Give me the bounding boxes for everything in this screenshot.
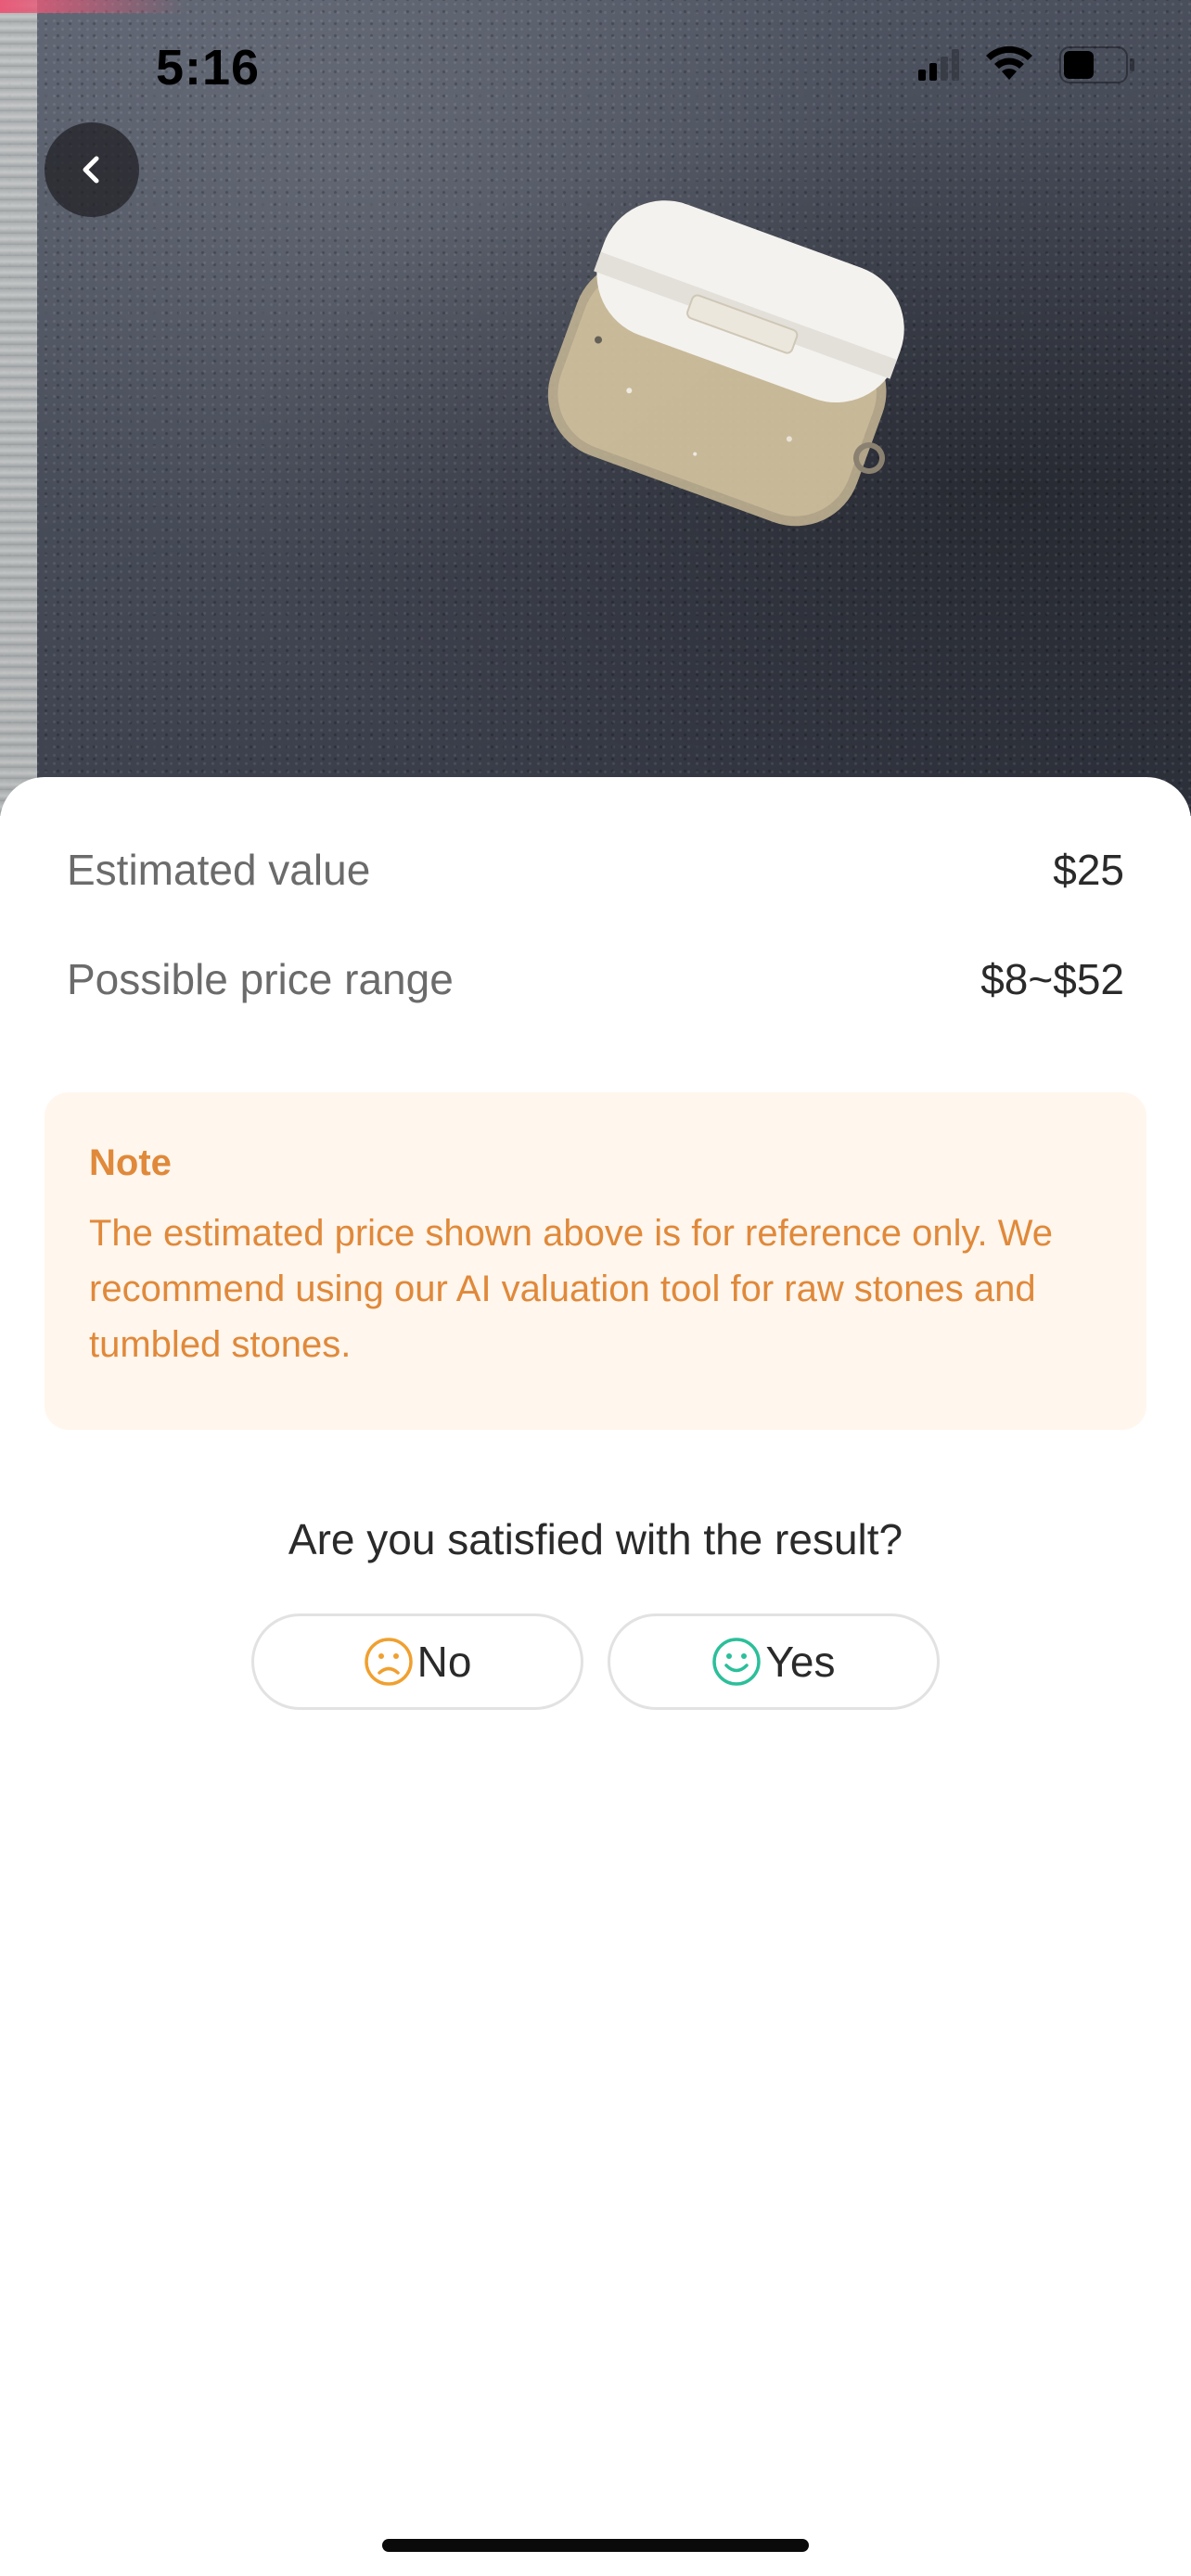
estimated-value-row: Estimated value $25 [67, 842, 1124, 898]
satisfaction-question: Are you satisfied with the result? [288, 1515, 903, 1563]
wifi-icon [986, 46, 1032, 80]
sad-face-icon [364, 1638, 413, 1686]
price-range-label: Possible price range [67, 955, 454, 1003]
home-indicator[interactable] [382, 2539, 809, 2552]
yes-button[interactable]: Yes [608, 1613, 940, 1710]
note-title: Note [89, 1142, 172, 1183]
yes-button-label: Yes [765, 1638, 836, 1686]
earbuds-case-image [547, 200, 904, 527]
note-box: Note The estimated price shown above is … [45, 1092, 1146, 1430]
smiley-face-icon [712, 1638, 762, 1686]
battery-icon [1059, 46, 1134, 83]
back-button[interactable] [45, 122, 139, 217]
chevron-left-icon [83, 156, 99, 184]
no-button-label: No [416, 1638, 472, 1686]
status-icons [918, 46, 1135, 83]
no-button[interactable]: No [251, 1613, 583, 1710]
cellular-signal-icon [918, 49, 959, 81]
screen: 5:16 Estimated value $25 Possible price … [0, 0, 1191, 2576]
price-range-value: $8~$52 [980, 955, 1124, 1003]
status-bar: 5:16 [0, 0, 1191, 139]
note-body: The estimated price shown above is for r… [89, 1213, 1054, 1365]
estimated-value: $25 [1053, 846, 1124, 894]
results-sheet: Estimated value $25 Possible price range… [0, 777, 1191, 2576]
price-range-row: Possible price range $8~$52 [67, 951, 1124, 1007]
estimated-value-label: Estimated value [67, 846, 371, 894]
status-time: 5:16 [156, 40, 261, 96]
feedback-buttons: No Yes [0, 1613, 1191, 1710]
